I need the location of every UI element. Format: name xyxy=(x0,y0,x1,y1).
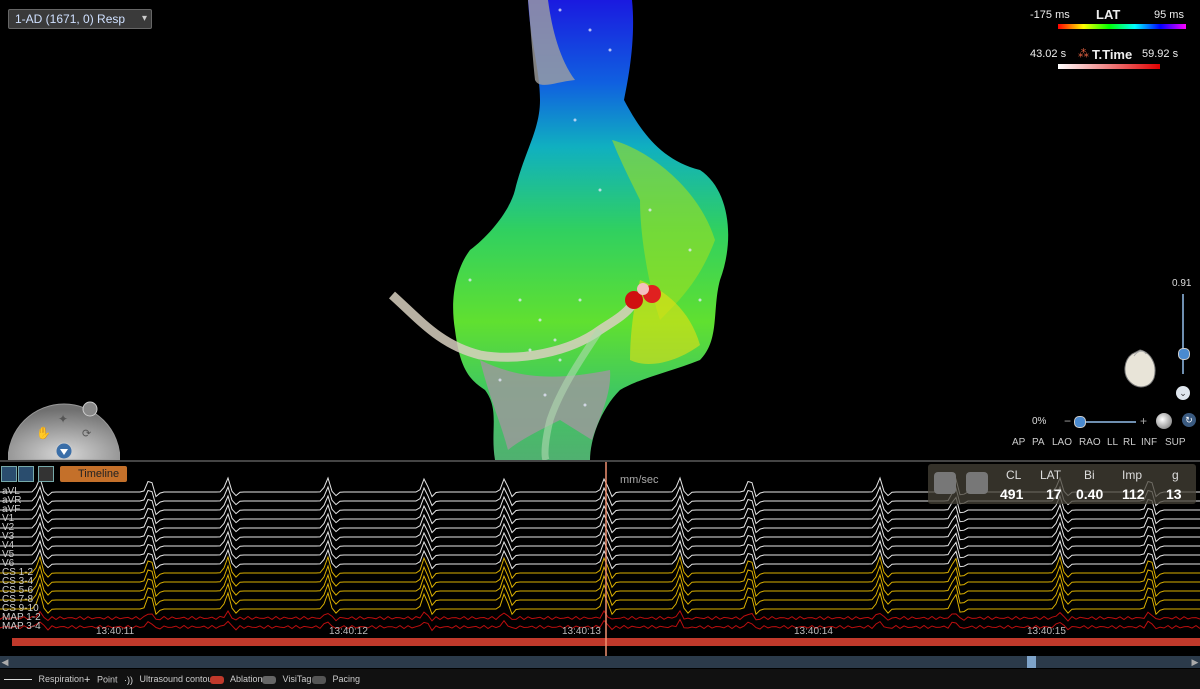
rotation-dial[interactable]: ✋ ✦ ⟳ xyxy=(7,395,121,460)
pacing-swatch xyxy=(312,675,326,684)
view-button-ap[interactable]: AP xyxy=(1012,437,1025,448)
metric-imp-name: Imp xyxy=(1122,468,1143,482)
svg-text:⟳: ⟳ xyxy=(82,428,91,440)
time-legend-max: 59.92 s xyxy=(1142,48,1179,60)
channel-label: MAP 3-4 xyxy=(2,621,41,632)
heart-orientation-icon[interactable] xyxy=(1120,346,1160,392)
zoom-minus-icon[interactable]: − xyxy=(1064,414,1071,428)
point-legend: + Point xyxy=(84,674,117,686)
metrics-hand-button[interactable] xyxy=(966,472,988,494)
time-legend-min: 43.02 s xyxy=(1030,48,1067,60)
ablation-legend: Ablation xyxy=(210,674,263,684)
time-legend-title: T.Time xyxy=(1092,47,1133,62)
respiration-line-icon xyxy=(4,679,32,681)
zoom-value: 0% xyxy=(1032,416,1047,427)
respiration-label: Respiration xyxy=(38,674,85,684)
map-viewport[interactable]: 1-AD (1671, 0) Resp ▾ -175 ms LAT 95 ms … xyxy=(0,0,1200,460)
time-legend: 43.02 s ⁂ T.Time 59.92 s xyxy=(1026,46,1186,70)
lat-legend-max: 95 ms xyxy=(1154,9,1184,21)
ultrasound-icon: ·)) xyxy=(124,674,133,685)
rotate-icon[interactable]: ↻ xyxy=(1182,413,1196,427)
metric-bi-name: Bi xyxy=(1084,468,1095,482)
chevron-down-icon: ▾ xyxy=(142,13,148,24)
metric-bi-value: 0.40 xyxy=(1076,486,1104,502)
point-label: Point xyxy=(96,674,118,685)
timeline-scrollbar[interactable] xyxy=(0,656,1200,668)
zoom-slider-handle[interactable] xyxy=(1074,416,1086,428)
metric-lat-value: 17 xyxy=(1046,486,1062,502)
visitag-swatch xyxy=(262,675,276,684)
view-button-sup[interactable]: SUP xyxy=(1165,437,1186,448)
transparency-slider[interactable] xyxy=(1182,294,1184,374)
scroll-left-icon[interactable]: ◀ xyxy=(0,656,10,668)
lat-legend: -175 ms LAT 95 ms xyxy=(1026,6,1186,30)
time-legend-icon: ⁂ xyxy=(1078,48,1089,60)
svg-text:✦: ✦ xyxy=(58,412,68,426)
zoom-plus-icon[interactable]: + xyxy=(1140,414,1147,428)
view-button-rl[interactable]: RL xyxy=(1123,437,1136,448)
timeline-button[interactable]: Timeline xyxy=(60,466,128,482)
ablation-label: Ablation xyxy=(230,674,263,684)
ultrasound-label: Ultrasound contours xyxy=(139,674,221,684)
pacing-label: Pacing xyxy=(332,674,361,684)
scroll-right-icon[interactable]: ▶ xyxy=(1190,656,1200,668)
visitag-label: VisiTag xyxy=(282,674,312,684)
metric-g-name: g xyxy=(1172,468,1179,482)
view-button-ll[interactable]: LL xyxy=(1107,437,1118,448)
time-tick: 13:40:15 xyxy=(1027,626,1066,637)
plus-icon: + xyxy=(84,674,91,686)
signal-settings-button[interactable] xyxy=(1,466,17,482)
catheter-metrics: CL 491 LAT 17 Bi 0.40 Imp 112 g 13 xyxy=(928,464,1196,504)
time-tick: 13:40:12 xyxy=(329,626,368,637)
signal-trace xyxy=(0,555,1200,580)
status-legend-bar: Respiration + Point ·)) Ultrasound conto… xyxy=(0,669,1200,689)
view-button-lao[interactable]: LAO xyxy=(1052,437,1072,448)
respiration-legend: Respiration xyxy=(4,674,84,684)
signal-panel: Timeline mm/sec CL 491 LAT 17 Bi 0.40 Im… xyxy=(0,460,1200,658)
transparency-slider-handle[interactable] xyxy=(1178,348,1190,360)
orientation-globe-icon[interactable] xyxy=(1156,413,1172,429)
map-selector-label: 1-AD (1671, 0) Resp xyxy=(15,12,126,26)
signal-freeze-button[interactable] xyxy=(38,466,54,482)
ablation-swatch xyxy=(210,675,224,684)
view-button-pa[interactable]: PA xyxy=(1032,437,1045,448)
lat-legend-min: -175 ms xyxy=(1030,9,1070,21)
view-reset-button[interactable]: ⌄ xyxy=(1176,386,1190,400)
pacing-legend: Pacing xyxy=(312,674,360,684)
metric-lat-name: LAT xyxy=(1040,468,1062,482)
time-tick: 13:40:13 xyxy=(562,626,601,637)
metrics-lock-button[interactable] xyxy=(934,472,956,494)
sweep-speed-label: mm/sec xyxy=(620,474,659,486)
time-tick: 13:40:11 xyxy=(96,626,135,637)
ultrasound-legend: ·)) Ultrasound contours xyxy=(124,674,220,685)
visitag-legend: VisiTag xyxy=(262,674,311,684)
timeline-scroll-thumb[interactable] xyxy=(1027,656,1036,668)
metric-cl-name: CL xyxy=(1006,468,1022,482)
map-selector[interactable]: 1-AD (1671, 0) Resp ▾ xyxy=(8,9,153,29)
lat-legend-title: LAT xyxy=(1096,7,1121,22)
metric-imp-value: 112 xyxy=(1122,486,1145,502)
view-button-rao[interactable]: RAO xyxy=(1079,437,1101,448)
signal-layout-button[interactable] xyxy=(18,466,34,482)
time-tick: 13:40:14 xyxy=(794,626,833,637)
svg-text:✋: ✋ xyxy=(36,426,51,440)
metric-cl-value: 491 xyxy=(1000,486,1024,502)
view-control-panel: 0.91 ⌄ 0% − + ↻ AP PA LAO RAO LL RL INF … xyxy=(1000,270,1200,460)
signal-trace xyxy=(0,609,1200,622)
zoom-slider[interactable] xyxy=(1078,421,1136,423)
transparency-value: 0.91 xyxy=(1172,278,1192,289)
metric-g-value: 13 xyxy=(1166,486,1182,502)
timeline-button-label: Timeline xyxy=(78,468,120,480)
view-button-inf[interactable]: INF xyxy=(1141,437,1157,448)
